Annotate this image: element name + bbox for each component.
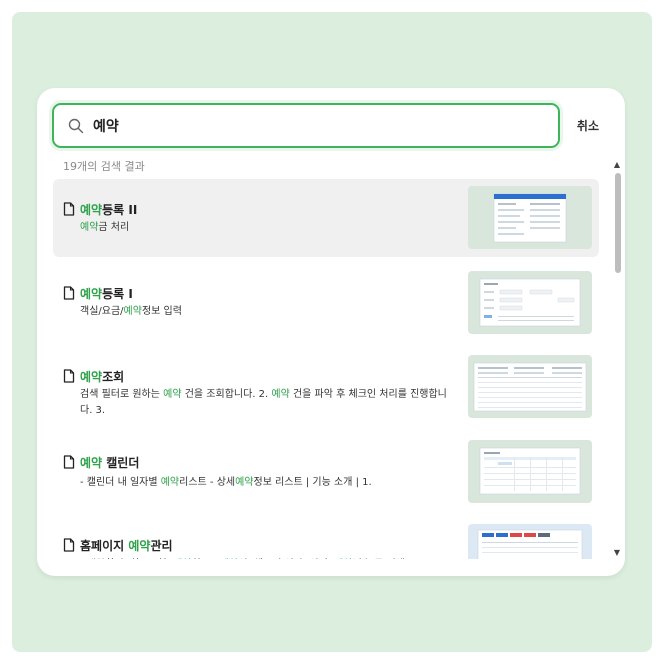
result-item[interactable]: 예약등록 II 예약금 처리 [53,179,599,257]
result-description: 검색 필터로 원하는 예약 건을 조회합니다. 2. 예약 건을 파악 후 체크… [80,387,455,419]
text-fragment: 정보 입력 [141,306,182,317]
result-thumbnail [468,271,592,334]
result-description: 예약금 처리 [80,220,455,236]
result-list: 예약등록 II 예약금 처리 예약등록 I 객실/요금/예약정보 입력 예약조회… [53,179,599,559]
highlighted-term: 예약 [80,222,99,233]
text-fragment: 리스트 - 상세 [179,477,236,488]
text-fragment: 검색 필터로 원하는 [80,389,164,400]
result-count: 19개의 검색 결과 [63,160,145,173]
search-input[interactable] [93,117,493,134]
text-fragment: 조회 [102,370,125,384]
result-title: 예약등록 I [80,285,133,302]
text-fragment: 정보 리스트 | 기능 소개 | 1. [253,477,372,488]
result-title: 홈페이지 예약관리 [80,537,173,554]
result-item[interactable]: 예약조회 검색 필터로 원하는 예약 건을 조회합니다. 2. 예약 건을 파악… [53,355,599,443]
highlighted-term: 예약 [80,370,103,384]
search-icon [68,118,84,133]
document-icon [63,369,75,383]
result-thumbnail [468,524,592,559]
highlighted-term: 예약 [128,539,151,553]
highlighted-term: 예약 [163,389,182,400]
highlighted-term: 예약 [271,389,290,400]
highlighted-term: 예약 [160,477,180,488]
result-item[interactable]: 홈페이지 예약관리 - 예약확정, 취소요청, 예약취소 - 예약일, 체크인 … [53,524,599,559]
text-fragment: 홈페이지 [80,539,129,553]
text-fragment: 등록 II [102,203,138,217]
search-dialog: 취소 19개의 검색 결과 예약등록 II 예약금 처리 [37,88,625,576]
scroll-down-icon[interactable]: ▼ [614,548,620,557]
text-fragment: 금 처리 [98,222,130,233]
text-fragment: 캘린더 [102,456,140,470]
result-thumbnail [468,355,592,418]
text-fragment: 관리 [150,539,173,553]
result-title: 예약 캘린더 [80,454,139,471]
highlighted-term: 예약 [80,203,103,217]
highlighted-term: 예약 [80,287,103,301]
result-description: - 예약확정, 취소요청, 예약취소 - 예약일, 체크인 일자, 성명, 예약… [80,557,455,559]
document-icon [63,455,75,469]
scrollbar-thumb[interactable] [615,173,621,273]
scroll-up-icon[interactable]: ▲ [614,160,620,169]
result-item[interactable]: 예약등록 I 객실/요금/예약정보 입력 [53,271,599,341]
result-item[interactable]: 예약 캘린더 - 캘린더 내 일자별 예약리스트 - 상세예약정보 리스트 | … [53,440,599,510]
highlighted-term: 예약 [123,306,142,317]
result-thumbnail [468,186,592,249]
text-fragment: 건을 조회합니다. 2. [181,389,272,400]
highlighted-term: 예약 [80,456,103,470]
document-icon [63,202,75,216]
highlighted-term: 예약 [235,477,254,488]
result-thumbnail [468,440,592,503]
result-title: 예약조회 [80,368,124,385]
text-fragment: - 캘린더 내 일자별 [80,477,161,488]
result-title: 예약등록 II [80,201,137,218]
result-description: 객실/요금/예약정보 입력 [80,304,455,320]
document-icon [63,538,75,552]
search-box[interactable] [52,103,560,148]
cancel-button[interactable]: 취소 [577,117,599,134]
document-icon [63,286,75,300]
text-fragment: 등록 I [102,287,133,301]
result-description: - 캘린더 내 일자별 예약리스트 - 상세예약정보 리스트 | 기능 소개 |… [80,475,455,491]
text-fragment: 객실/요금/ [80,306,124,317]
